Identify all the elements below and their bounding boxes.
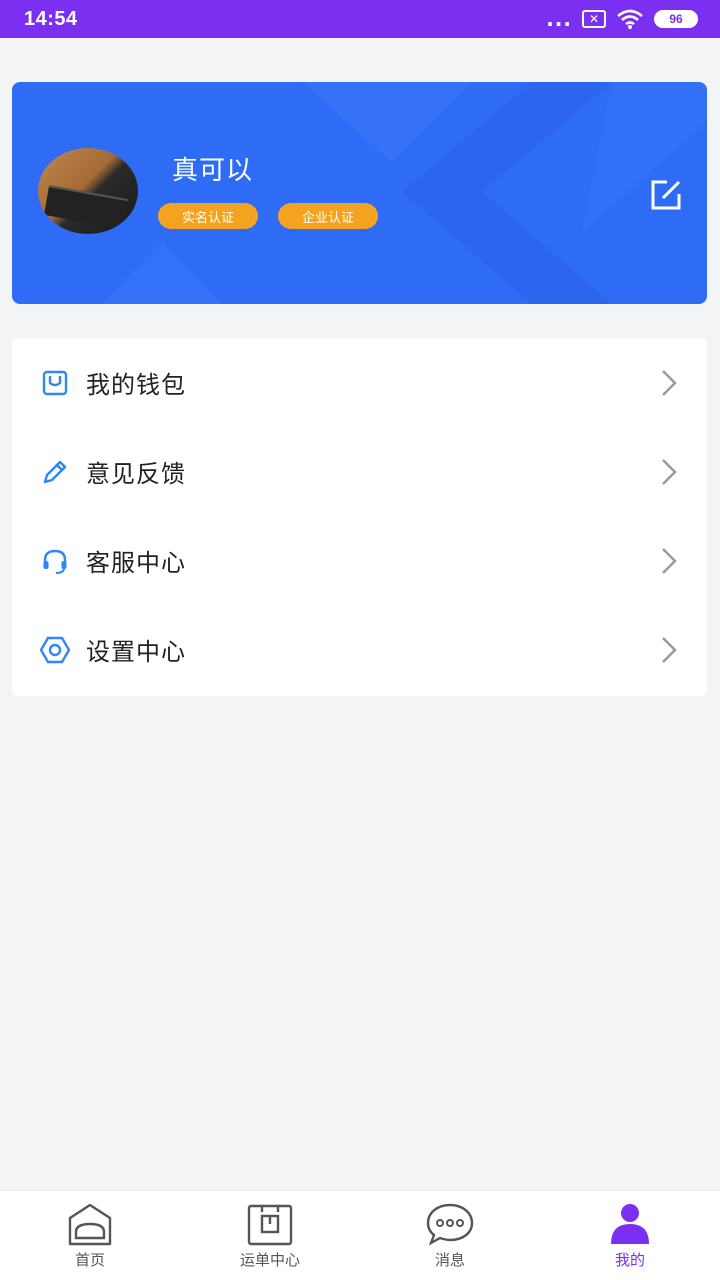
profile-card[interactable]: 真可以 实名认证 企业认证 xyxy=(12,82,707,304)
username: 真可以 xyxy=(172,156,254,186)
nav-label: 首页 xyxy=(74,1251,105,1269)
nav-item-mine[interactable]: 我的 xyxy=(540,1191,720,1280)
home-icon xyxy=(65,1201,115,1247)
status-bar: 14:54 ... ✕ 96 xyxy=(0,0,720,38)
nav-item-messages[interactable]: 消息 xyxy=(360,1191,540,1280)
chevron-right-icon xyxy=(659,635,679,665)
menu-item-label: 客服中心 xyxy=(86,549,186,577)
real-name-badge: 实名认证 xyxy=(158,203,258,229)
wallet-icon xyxy=(40,368,70,398)
battery-indicator: 96 xyxy=(654,10,698,28)
chevron-right-icon xyxy=(659,546,679,576)
menu-item-settings[interactable]: 设置中心 xyxy=(12,605,707,694)
enterprise-badge: 企业认证 xyxy=(278,203,378,229)
edit-icon xyxy=(651,180,681,210)
nav-label: 运单中心 xyxy=(239,1251,300,1269)
avatar-keyboard-graphic xyxy=(44,185,128,229)
headset-icon xyxy=(40,546,70,576)
chevron-right-icon xyxy=(659,368,679,398)
menu-item-label: 我的钱包 xyxy=(86,371,186,399)
nav-label: 消息 xyxy=(434,1251,465,1269)
avatar[interactable] xyxy=(38,148,138,234)
nav-label: 我的 xyxy=(614,1251,645,1269)
nav-item-home[interactable]: 首页 xyxy=(0,1191,180,1280)
menu-item-label: 设置中心 xyxy=(86,638,186,666)
edit-profile-button[interactable] xyxy=(648,177,684,213)
bottom-nav: 首页 运单中心 消息 我的 xyxy=(0,1190,720,1280)
status-icons: ... ✕ 96 xyxy=(546,9,698,29)
menu-list: 我的钱包 意见反馈 客服中心 设置中心 xyxy=(12,338,707,696)
menu-item-label: 意见反馈 xyxy=(86,460,186,488)
no-sim-icon: ✕ xyxy=(582,10,606,28)
wifi-icon xyxy=(617,9,643,29)
menu-item-customer-service[interactable]: 客服中心 xyxy=(12,516,707,605)
menu-item-feedback[interactable]: 意见反馈 xyxy=(12,427,707,516)
menu-item-wallet[interactable]: 我的钱包 xyxy=(12,338,707,427)
chevron-right-icon xyxy=(659,457,679,487)
settings-icon xyxy=(40,635,70,665)
message-icon xyxy=(425,1201,475,1247)
nav-item-orders[interactable]: 运单中心 xyxy=(180,1191,360,1280)
status-time: 14:54 xyxy=(24,7,78,30)
signal-dots: ... xyxy=(546,7,572,31)
user-icon xyxy=(605,1201,655,1247)
pencil-icon xyxy=(40,457,70,487)
orders-icon xyxy=(245,1201,295,1247)
